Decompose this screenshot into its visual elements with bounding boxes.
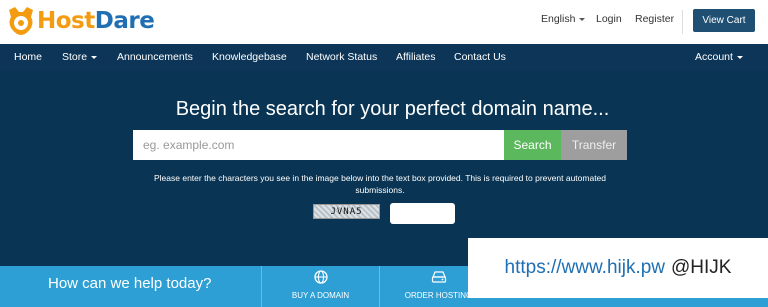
server-icon [431, 271, 446, 283]
domain-search-hero: Begin the search for your perfect domain… [0, 70, 768, 266]
nav-item-account[interactable]: Account [695, 51, 743, 63]
watermark-url: https://www.hijk.pw [504, 257, 666, 278]
help-heading: How can we help today? [48, 275, 212, 292]
nav-item-store[interactable]: Store [62, 51, 98, 63]
nav-account-label: Account [695, 51, 733, 63]
hero-headline: Begin the search for your perfect domain… [175, 98, 610, 120]
watermark-handle: @HIJK [671, 257, 732, 278]
register-link[interactable]: Register [635, 13, 674, 25]
nav-item-announcements[interactable]: Announcements [117, 51, 193, 63]
transfer-button[interactable]: Transfer [561, 130, 627, 160]
search-button[interactable]: Search [504, 130, 561, 160]
chevron-down-icon [579, 17, 586, 21]
captcha-input[interactable] [390, 203, 455, 224]
watermark-overlay: https://www.hijk.pw @HIJK [468, 238, 768, 298]
buy-domain-label: BUY A DOMAIN [291, 291, 350, 300]
nav-item-affiliates[interactable]: Affiliates [396, 51, 436, 63]
language-selector[interactable]: English [541, 13, 586, 25]
chevron-down-icon [736, 55, 743, 59]
chevron-down-icon [91, 55, 98, 59]
globe-icon [313, 270, 328, 284]
domain-search-input[interactable] [133, 130, 504, 160]
hostdare-logo[interactable]: HostDare [6, 6, 155, 36]
top-header: HostDare English Login Register View Car… [0, 0, 768, 44]
main-navbar: Home Store Announcements Knowledgebase N… [0, 44, 768, 70]
login-link[interactable]: Login [596, 13, 622, 25]
brand-dare: Dare [94, 8, 155, 34]
nav-item-network-status[interactable]: Network Status [306, 51, 377, 63]
nav-item-contact-us[interactable]: Contact Us [454, 51, 506, 63]
captcha-instructions: Please enter the characters you see in t… [153, 173, 607, 195]
brand-name: HostDare [37, 8, 155, 34]
nav-item-home[interactable]: Home [14, 51, 42, 63]
language-label: English [541, 13, 576, 25]
header-divider [682, 10, 683, 34]
buy-domain-tile[interactable]: BUY A DOMAIN [261, 266, 379, 307]
brand-host: Host [37, 8, 95, 34]
captcha-image: JVNA5 [313, 204, 380, 219]
nav-store-label: Store [62, 51, 88, 63]
view-cart-button[interactable]: View Cart [693, 9, 755, 32]
logo-icon [9, 7, 33, 35]
nav-item-knowledgebase[interactable]: Knowledgebase [212, 51, 287, 63]
